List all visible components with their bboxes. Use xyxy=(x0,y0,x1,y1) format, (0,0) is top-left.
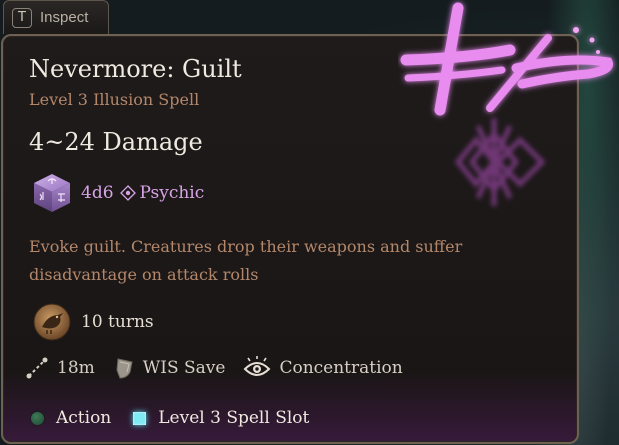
duration-text: 10 turns xyxy=(81,312,154,332)
spell-slot-text: Level 3 Spell Slot xyxy=(158,408,310,428)
range-text: 18m xyxy=(57,358,95,378)
spell-properties-row: 18m WIS Save Concentration xyxy=(25,356,421,380)
save-text: WIS Save xyxy=(142,358,226,378)
cost-row: Action Level 3 Spell Slot xyxy=(31,408,331,428)
damage-dice-row: 4d6 Psychic xyxy=(31,172,204,214)
raven-icon xyxy=(33,303,71,341)
dice-icon xyxy=(34,174,70,212)
spell-glyph-icon xyxy=(400,2,613,206)
concentration-prop: Concentration xyxy=(243,356,403,380)
save-prop: WIS Save xyxy=(113,356,226,380)
action-cost: Action xyxy=(31,408,111,428)
shield-icon xyxy=(116,358,133,379)
spell-slot-cost: Level 3 Spell Slot xyxy=(133,408,309,428)
spell-subtitle: Level 3 Illusion Spell xyxy=(29,90,200,109)
key-cap-icon: T xyxy=(12,7,32,28)
concentration-text: Concentration xyxy=(279,358,403,378)
spell-title: Nevermore: Guilt xyxy=(29,55,242,83)
inspect-tab[interactable]: T Inspect xyxy=(3,0,109,34)
spell-description: Evoke guilt. Creatures drop their weapon… xyxy=(29,237,463,284)
action-dot-icon xyxy=(31,411,44,425)
range-icon xyxy=(26,357,48,379)
action-text: Action xyxy=(56,408,112,428)
inspect-label: Inspect xyxy=(40,9,89,26)
eye-icon xyxy=(244,356,271,376)
psychic-icon xyxy=(119,185,136,201)
duration-row: 10 turns xyxy=(33,303,154,341)
spell-slot-icon xyxy=(133,411,147,425)
damage-dice: 4d6 xyxy=(81,183,114,203)
damage-type: Psychic xyxy=(139,183,205,203)
range-prop: 18m xyxy=(25,356,95,380)
damage-range: 4~24 Damage xyxy=(29,128,203,156)
